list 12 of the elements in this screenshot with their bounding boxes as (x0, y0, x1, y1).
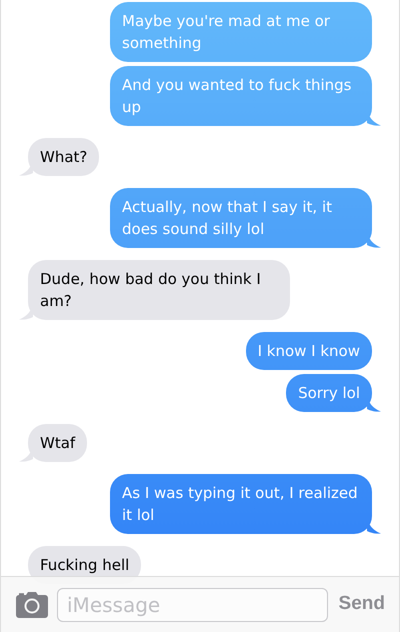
camera-icon[interactable] (16, 592, 48, 618)
message-bubble: And you wanted to fuck things up (110, 66, 372, 126)
message-bubble: Dude, how bad do you think I am? (28, 260, 290, 320)
message-bubble: Sorry lol (286, 374, 372, 412)
message-bubble: Wtaf (28, 424, 88, 462)
message-bubble: I know I know (246, 332, 372, 370)
message-bubble: What? (28, 138, 100, 176)
message-bubble: As I was typing it out, I realized it lol (110, 474, 372, 534)
message-input-field[interactable]: iMessage (57, 588, 328, 622)
send-button[interactable]: Send (336, 590, 387, 619)
message-bubble: Actually, now that I say it, it does sound silly lol (110, 188, 372, 248)
message-bubble: Maybe you're mad at me or something (110, 2, 372, 62)
